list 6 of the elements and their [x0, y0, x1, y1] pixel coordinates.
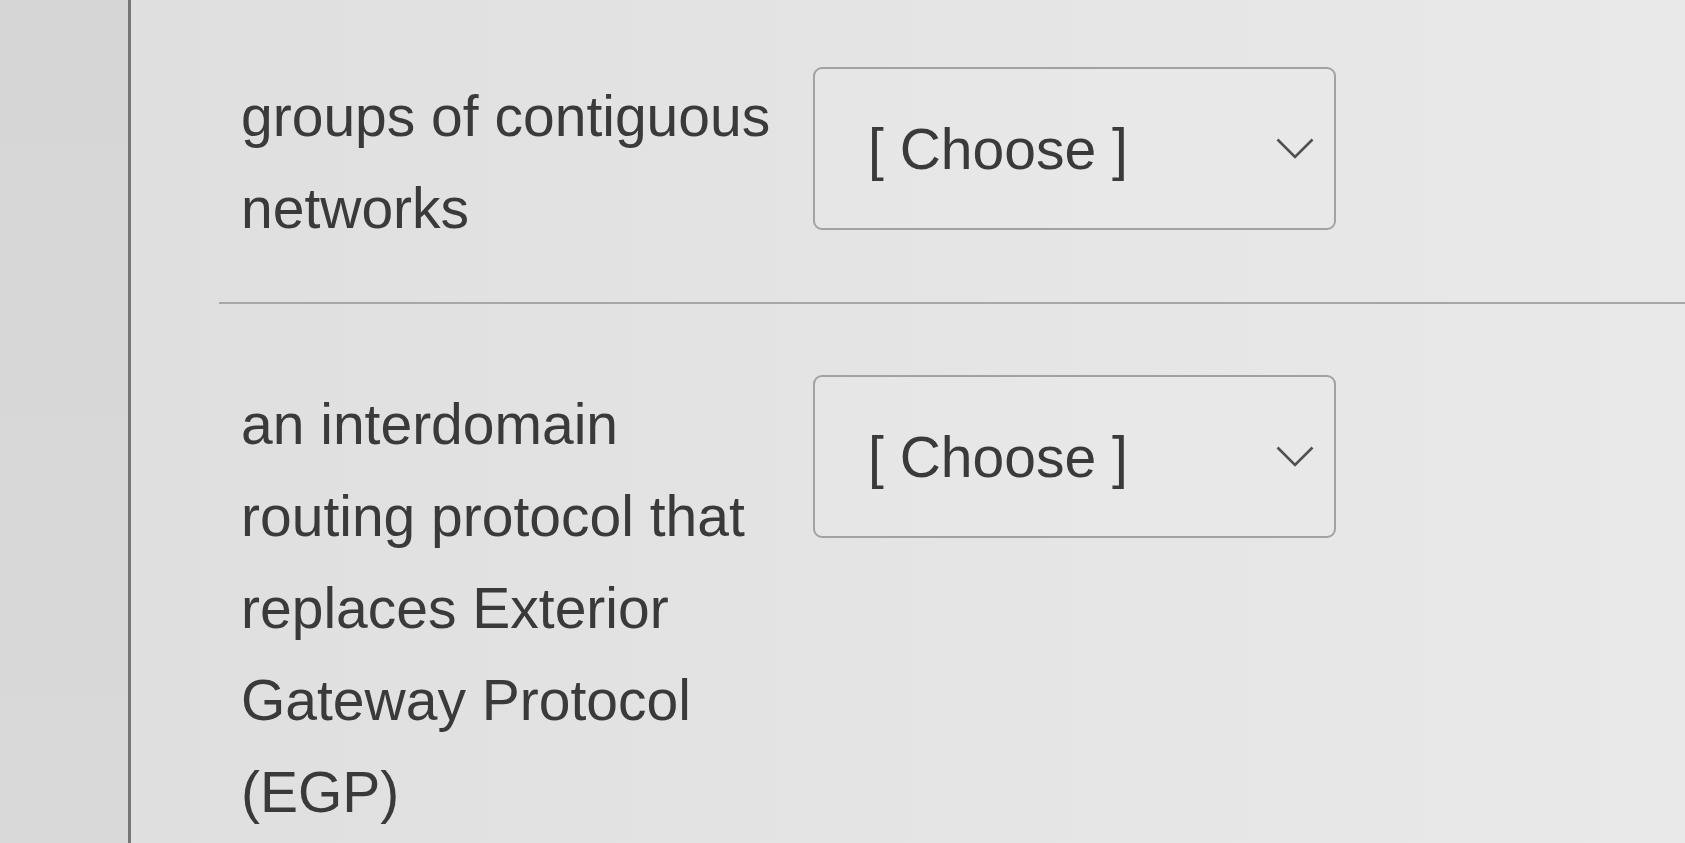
answer-dropdown[interactable]: [ Choose ]	[813, 67, 1336, 230]
chevron-down-icon	[1276, 446, 1314, 467]
question-text: groups of contiguous networks	[241, 83, 772, 242]
answer-dropdown[interactable]: [ Choose ]	[813, 375, 1336, 538]
question-text: an interdomain routing protocol that replaces Exterior Gateway Protocol (EGP)	[241, 391, 746, 826]
chevron-down-icon	[1276, 138, 1314, 159]
